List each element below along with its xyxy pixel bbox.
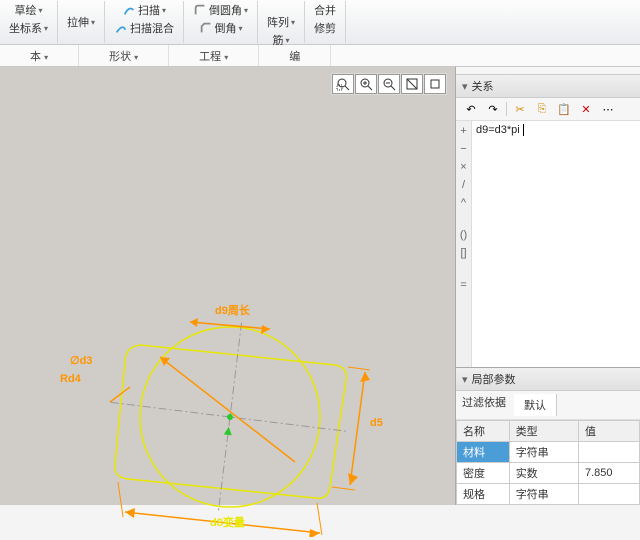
sweep-blend-icon bbox=[114, 21, 128, 35]
paren-icon[interactable]: () bbox=[460, 229, 467, 241]
table-row[interactable]: 密度实数7.850 bbox=[457, 463, 640, 484]
merge-btn[interactable]: 合并 bbox=[311, 1, 339, 19]
right-panel: ▾关系 ↶ ↷ ✂ ⎘ 📋 ✕ ⋯ + − × / ^ () [] = bbox=[455, 67, 640, 505]
sketch-btn[interactable]: 草绘▾ bbox=[12, 1, 46, 19]
plus-icon[interactable]: + bbox=[460, 125, 466, 137]
trim-btn[interactable]: 修剪 bbox=[311, 19, 339, 37]
more-icon[interactable]: ⋯ bbox=[599, 101, 617, 117]
dim-d5[interactable]: d5 bbox=[370, 417, 383, 429]
params-table: 名称 类型 值 材料字符串 密度实数7.850 规格字符串 bbox=[456, 420, 640, 505]
zoom-in-icon[interactable] bbox=[355, 74, 377, 94]
round-icon bbox=[193, 3, 207, 17]
caret-icon[interactable]: ^ bbox=[461, 197, 466, 209]
subtab-eng[interactable]: 工程 ▾ bbox=[169, 45, 259, 66]
pattern-btn[interactable]: 阵列▾ bbox=[264, 13, 298, 31]
coord-btn[interactable]: 坐标系▾ bbox=[6, 19, 51, 37]
local-params-header[interactable]: ▾局部参数 bbox=[456, 368, 640, 391]
paste-icon[interactable]: 📋 bbox=[555, 101, 573, 117]
bracket-icon[interactable]: [] bbox=[460, 247, 466, 259]
dim-d3[interactable]: ∅d3 bbox=[70, 354, 92, 367]
collapse-icon: ▾ bbox=[462, 373, 468, 386]
eq-icon[interactable]: = bbox=[460, 279, 466, 291]
cut-icon[interactable]: ✂ bbox=[511, 101, 529, 117]
filter-label: 过滤依据 bbox=[462, 394, 506, 416]
zoom-toolbar bbox=[331, 73, 447, 95]
zoom-fit-icon[interactable] bbox=[401, 74, 423, 94]
zoom-sel-icon[interactable] bbox=[424, 74, 446, 94]
copy-icon[interactable]: ⎘ bbox=[533, 101, 551, 117]
div-icon[interactable]: / bbox=[462, 179, 465, 191]
delete-icon[interactable]: ✕ bbox=[577, 101, 595, 117]
dim-d8[interactable]: d8变量 bbox=[210, 514, 245, 530]
relations-header[interactable]: ▾关系 bbox=[456, 75, 640, 98]
local-params-panel: ▾局部参数 过滤依据 默认 名称 类型 值 材料字符串 密度实数7.850 bbox=[456, 367, 640, 505]
col-name[interactable]: 名称 bbox=[457, 421, 510, 442]
tab-default[interactable]: 默认 bbox=[514, 394, 557, 416]
sweep-btn[interactable]: 扫描▾ bbox=[119, 1, 169, 19]
rel-sidebar: + − × / ^ () [] = bbox=[456, 121, 472, 367]
minus-icon[interactable]: − bbox=[460, 143, 466, 155]
col-value[interactable]: 值 bbox=[578, 421, 639, 442]
times-icon[interactable]: × bbox=[460, 161, 466, 173]
round-btn[interactable]: 倒圆角▾ bbox=[190, 1, 251, 19]
col-type[interactable]: 类型 bbox=[509, 421, 578, 442]
subtab-base[interactable]: 本 ▾ bbox=[0, 45, 79, 66]
sub-ribbon: 本 ▾ 形状 ▾ 工程 ▾ 编 bbox=[0, 45, 640, 67]
chamfer-icon bbox=[199, 21, 213, 35]
sweep-icon bbox=[122, 3, 136, 17]
relations-toolbar: ↶ ↷ ✂ ⎘ 📋 ✕ ⋯ bbox=[456, 98, 640, 121]
sweep-blend-btn[interactable]: 扫描混合 bbox=[111, 19, 177, 37]
subtab-edit[interactable]: 编 bbox=[259, 45, 331, 66]
ribbon: 草绘▾ 坐标系▾ 拉伸▾ 扫描▾ 扫描混合 倒圆角▾ 倒角▾ 阵列▾ 筋▾ 合并… bbox=[0, 0, 640, 45]
dim-d9[interactable]: d9周长 bbox=[215, 302, 250, 318]
table-row[interactable]: 材料字符串 bbox=[457, 442, 640, 463]
undo-icon[interactable]: ↶ bbox=[462, 101, 480, 117]
chamfer-btn[interactable]: 倒角▾ bbox=[196, 19, 246, 37]
extrude-btn[interactable]: 拉伸▾ bbox=[64, 13, 98, 31]
collapse-icon: ▾ bbox=[462, 80, 468, 93]
model-canvas[interactable]: d9周长 ∅d3 Rd4 d5 d8变量 bbox=[0, 67, 455, 505]
dim-d4[interactable]: Rd4 bbox=[60, 373, 81, 385]
zoom-window-icon[interactable] bbox=[332, 74, 354, 94]
zoom-out-icon[interactable] bbox=[378, 74, 400, 94]
redo-icon[interactable]: ↷ bbox=[484, 101, 502, 117]
table-row[interactable]: 规格字符串 bbox=[457, 484, 640, 505]
relations-editor[interactable]: d9=d3*pi bbox=[472, 121, 640, 367]
sketch-graphics: d9周长 ∅d3 Rd4 d5 d8变量 bbox=[40, 277, 390, 517]
subtab-shape[interactable]: 形状 ▾ bbox=[79, 45, 169, 66]
